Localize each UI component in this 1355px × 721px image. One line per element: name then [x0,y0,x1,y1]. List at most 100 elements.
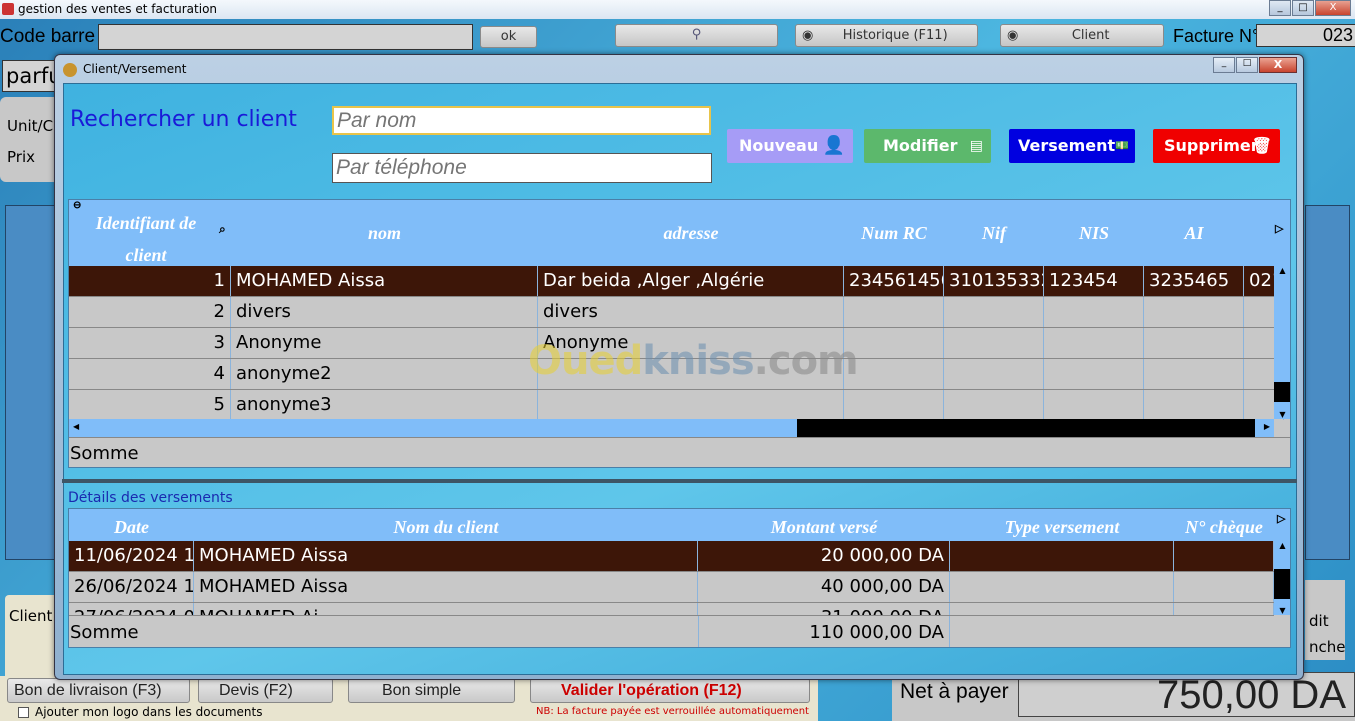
clients-horizontal-scrollbar[interactable]: ◀ ▶ [69,419,1274,437]
quote-button[interactable]: Devis (F2) [198,678,333,703]
splitter[interactable] [62,479,1297,483]
col-nis[interactable]: NIS [1044,223,1144,244]
client-button[interactable]: ◉ Client [1000,24,1164,47]
client-row[interactable]: 5 anonyme3 [69,390,1284,421]
cell-nis [1044,359,1144,389]
client-bottom-label: Client [9,607,53,625]
search-column-icon[interactable]: ⌕ [219,222,226,237]
unit-label: Unit/C [7,117,54,135]
clients-sum-label: Somme [69,437,1290,467]
client-row[interactable]: 2 divers divers [69,297,1284,328]
cell-montant: 31 000,00 DA [698,603,950,615]
col-client-name[interactable]: Nom du client [194,509,698,545]
scroll-right-header-icon[interactable]: ▷ [1275,222,1283,235]
invoice-number[interactable]: 023 [1256,24,1355,47]
dialog-minimize-button[interactable]: _ [1213,57,1235,73]
search-by-phone-input[interactable] [332,153,712,183]
history-label: Historique (F11) [842,28,948,43]
search-by-name-input[interactable] [332,106,711,135]
dialog-window-controls: _ □ X [1213,57,1297,73]
eye-icon: ◉ [802,28,814,43]
col-cheque-number[interactable]: N° chèque [1174,509,1274,545]
cell-nif [944,390,1044,420]
delivery-note-button[interactable]: Bon de livraison (F3) [7,678,190,703]
clients-vertical-scrollbar[interactable]: ▲ ▼ [1274,266,1290,419]
col-nom[interactable]: nom [231,223,538,244]
cell-nom: MOHAMED Ai [194,603,698,615]
payments-sum-row: Somme 110 000,00 DA [69,615,1274,647]
col-id[interactable]: Identifiant de client [81,207,211,271]
col-payment-type[interactable]: Type versement [950,509,1174,545]
cell-montant: 20 000,00 DA [698,541,950,571]
col-amount[interactable]: Montant versé [698,509,950,545]
payment-row[interactable]: 27/06/2024 09MOHAMED Ai31 000,00 DA [69,603,1274,615]
client-row[interactable]: 4 anonyme2 [69,359,1284,390]
cell-nis: 123454 [1044,266,1144,296]
cell-type [950,603,1174,615]
payment-label: Versement [1018,136,1116,155]
client-row[interactable]: 1 MOHAMED Aissa Dar beida ,Alger ,Algérie 2… [69,266,1284,297]
search-button[interactable]: ⚲ [615,24,778,47]
cell-rc [844,359,944,389]
scroll-right-header-icon[interactable]: ▷ [1277,509,1285,537]
product-search-input[interactable]: parfu [2,60,62,92]
barcode-input[interactable] [98,24,473,50]
dialog-title: Client/Versement [83,62,187,76]
new-client-button[interactable]: Nouveau 👤 [727,129,853,163]
ok-button[interactable]: ok [480,26,537,48]
cell-id: 5 [69,390,231,420]
client-icon [63,63,77,77]
cell-nis [1044,328,1144,358]
col-ai[interactable]: AI [1144,223,1244,244]
minimize-button[interactable]: _ [1269,0,1291,16]
close-button[interactable]: X [1315,0,1351,16]
history-button[interactable]: ◉ Historique (F11) [795,24,978,47]
payment-row[interactable]: 11/06/2024 15 MOHAMED Aissa 20 000,00 DA [69,541,1274,572]
delete-button[interactable]: Supprimer 🗑 [1153,129,1280,163]
clients-table: ⊖ Identifiant de client ⌕ nom adresse Nu… [68,199,1291,468]
tranche-label: nche [1309,638,1346,656]
payment-row[interactable]: 26/06/2024 15 MOHAMED Aissa 40 000,00 DA [69,572,1274,603]
payments-table: Date Nom du client Montant versé Type ve… [68,508,1291,648]
cell-adresse [538,359,844,389]
validate-button[interactable]: Valider l'opération (F12) [530,678,810,703]
dialog-close-button[interactable]: X [1259,57,1297,73]
payment-button[interactable]: Versement 💵 [1009,129,1135,163]
client-row[interactable]: 3 Anonyme Anonyme [69,328,1284,359]
barcode-label: Code barre [0,26,96,47]
edit-client-button[interactable]: Modifier ▤ [864,129,991,163]
search-icon: ⚲ [691,27,702,42]
cell-nom: anonyme3 [231,390,538,420]
cell-nom: MOHAMED Aissa [194,541,698,571]
price-label: Prix [7,148,35,166]
payments-vertical-scrollbar[interactable]: ▲ ▼ [1274,541,1290,615]
cell-ai [1144,359,1244,389]
credit-label: dit [1309,612,1329,630]
app-window-controls: _ □ X [1269,0,1351,16]
cell-rc [844,390,944,420]
net-to-pay-label: Net à payer [900,680,1009,703]
cell-id: 3 [69,328,231,358]
money-icon: 💵 [1115,139,1129,152]
cell-ai [1144,297,1244,327]
col-date[interactable]: Date [69,509,194,545]
maximize-button[interactable]: □ [1292,0,1314,16]
col-nif[interactable]: Nif [944,223,1044,244]
cell-nif [944,297,1044,327]
logo-checkbox-label: Ajouter mon logo dans les documents [35,705,263,719]
cell-cheque [1174,541,1274,571]
dialog-maximize-button[interactable]: □ [1236,57,1258,73]
payments-sum-label: Somme [70,622,139,643]
cell-ai [1144,390,1244,420]
col-adresse[interactable]: adresse [538,223,844,244]
app-title: gestion des ventes et facturation [18,2,218,16]
cell-date: 11/06/2024 15 [69,541,194,571]
trash-icon: 🗑 [1251,136,1272,155]
cell-adresse: Dar beida ,Alger ,Algérie [538,266,844,296]
simple-note-button[interactable]: Bon simple [348,678,515,703]
col-num-rc[interactable]: Num RC [844,223,944,244]
clients-table-header: ⊖ Identifiant de client ⌕ nom adresse Nu… [69,200,1290,266]
edit-card-icon: ▤ [969,138,983,154]
logo-checkbox[interactable] [18,707,29,718]
cell-id: 4 [69,359,231,389]
